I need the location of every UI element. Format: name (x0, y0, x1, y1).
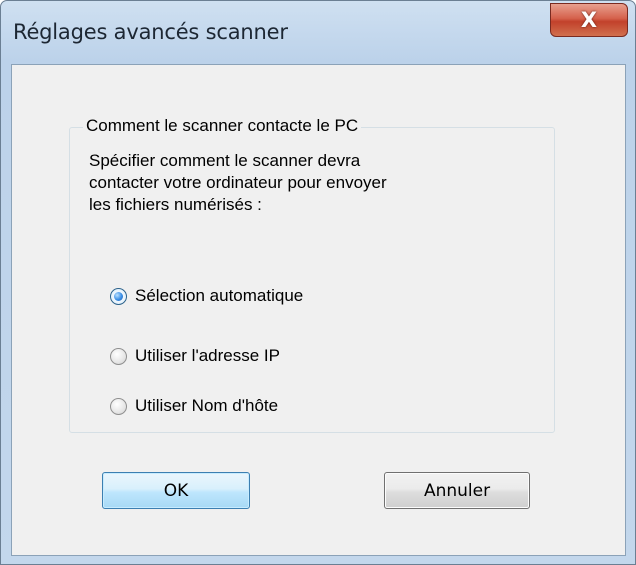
description-line: les fichiers numérisés : (89, 195, 262, 214)
radio-label: Sélection automatique (135, 286, 304, 305)
radio-option-hostname[interactable]: Utiliser Nom d'hôte (110, 396, 278, 416)
dialog-client-area: Comment le scanner contacte le PC Spécif… (11, 64, 626, 556)
connection-method-group: Comment le scanner contacte le PC Spécif… (69, 116, 555, 433)
dialog-window: Réglages avancés scanner X Comment le sc… (0, 0, 636, 565)
radio-label: Utiliser Nom d'hôte (135, 396, 279, 415)
close-icon: X (580, 7, 598, 32)
group-legend: Comment le scanner contacte le PC (83, 116, 362, 136)
radio-label: Utiliser l'adresse IP (135, 346, 280, 365)
group-description: Spécifier comment le scanner devra conta… (89, 150, 509, 216)
radio-option-automatic[interactable]: Sélection automatique (110, 286, 303, 306)
radio-button-checked[interactable] (110, 287, 127, 305)
description-line: Spécifier comment le scanner devra (89, 151, 361, 170)
radio-button[interactable] (110, 397, 127, 415)
ok-button[interactable]: OK (102, 472, 250, 509)
description-line: contacter votre ordinateur pour envoyer (89, 173, 387, 192)
window-title: Réglages avancés scanner (13, 20, 288, 44)
close-button[interactable]: X (550, 3, 628, 37)
radio-option-ip-address[interactable]: Utiliser l'adresse IP (110, 346, 280, 366)
radio-dot-icon (114, 291, 123, 301)
radio-button[interactable] (110, 347, 127, 365)
cancel-button[interactable]: Annuler (384, 472, 530, 509)
